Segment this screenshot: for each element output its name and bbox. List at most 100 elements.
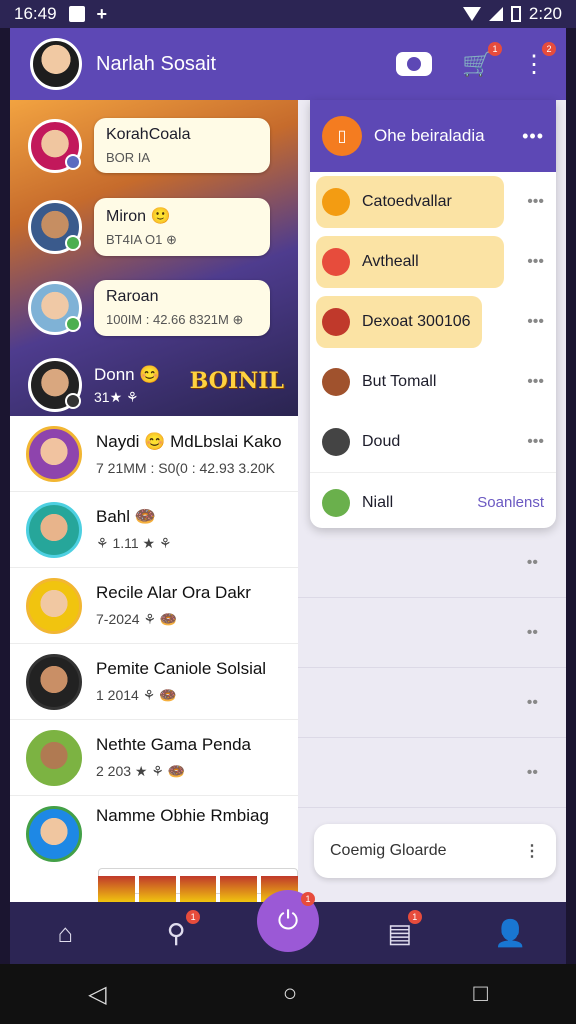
coming-soon-label: Coemig Gloarde [330,842,447,859]
list-item[interactable]: •• [298,528,566,598]
menu-item[interactable]: Dexoat 300106 ••• [310,292,556,352]
more-menu-button[interactable]: ⋮ 2 [522,41,556,79]
list-item[interactable]: Nethte Gama Penda 2 203 ★ ⚘ 🍩 [10,720,298,796]
avatar [26,806,82,862]
more-vertical-icon: ⋮ [522,50,546,78]
dropdown-title: Ohe beiraladia [374,126,485,145]
chat-subtitle: BOR IA [106,150,151,165]
banner-chat-row[interactable]: Donn 😊 31★ ⚘ [28,358,161,412]
camera-button[interactable] [396,52,433,76]
more-horizontal-icon[interactable]: •• [527,764,538,782]
status-clock: 2:20 [528,4,562,23]
coming-soon-card[interactable]: Coemig Gloarde ⋮ [314,824,556,878]
avatar [26,425,82,482]
menu-item[interactable]: But Tomall ••• [310,352,556,412]
menu-item-label: But Tomall [362,373,437,390]
chat-name: Donn 😊 [94,364,161,384]
list-item[interactable]: •• [298,738,566,808]
nav-search[interactable]: ⚲ 1 [146,909,206,949]
list-item[interactable]: Pemite Caniole Solsial 1 2014 ⚘ 🍩 [10,644,298,720]
more-horizontal-icon[interactable]: •• [527,694,538,712]
avatar [28,200,82,254]
back-icon[interactable]: ◁ [88,980,106,1009]
list-item[interactable]: Namme Obhie Rmbiag [10,796,298,862]
nav-documents[interactable]: ▤ 1 [370,909,430,949]
cart-button[interactable]: 🛒 1 [462,41,502,79]
nav-profile[interactable]: 👤 [481,918,541,949]
more-vertical-icon[interactable]: ⋮ [524,841,540,861]
search-icon: ⚲ [166,917,186,948]
more-horizontal-icon[interactable]: ••• [527,433,544,451]
center-action-button[interactable]: ⏻ 1 [256,890,319,952]
more-horizontal-icon[interactable]: ••• [527,253,544,271]
menu-item[interactable]: Catoedvallar ••• [310,172,556,232]
chat-name: Raroan [106,288,159,305]
side-panel: ▯ Ohe beiraladia ••• Catoedvallar ••• Av… [298,100,566,902]
list-item[interactable]: •• [298,668,566,738]
menu-item[interactable]: Doud ••• [310,412,556,472]
chat-bubble: Miron 🙂 BT4IA O1 ⊕ [94,198,270,256]
avatar [28,358,82,412]
status-bar: 16:49 + 2:20 [0,0,576,28]
banner-chat-row[interactable]: Miron 🙂 BT4IA O1 ⊕ [28,198,270,256]
list-item-subtitle: 2 203 ★ ⚘ 🍩 [96,763,186,779]
avatar [26,501,82,558]
menu-item-action[interactable]: Soanlenst [477,494,544,511]
more-horizontal-icon[interactable]: •• [527,624,538,642]
menu-item[interactable]: Niall Soanlenst [310,472,556,528]
home-circle-icon[interactable]: ○ [283,980,298,1008]
more-horizontal-icon[interactable]: ••• [522,126,544,147]
search-badge: 1 [186,909,201,924]
more-horizontal-icon[interactable]: ••• [527,313,544,331]
profile-avatar[interactable] [30,38,82,90]
center-badge: 1 [300,892,315,906]
list-item-name: Nethte Gama Penda [96,735,251,754]
list-item-name: Pemite Caniole Solsial [96,659,267,678]
avatar [322,248,350,276]
app-title: Narlah Sosait [96,52,217,75]
menu-item[interactable]: Avtheall ••• [310,232,556,292]
document-badge: 1 [407,909,422,924]
list-item[interactable]: Naydi 😊 MdLbslai Kako 7 21MM : S0(0 : 42.… [10,416,298,492]
list-item-name: Recile Alar Ora Dakr [96,583,251,602]
banner-chat-row[interactable]: KorahCoala BOR IA [28,118,270,173]
list-item[interactable]: •• [298,598,566,668]
book-icon: ▯ [322,116,362,156]
empty-rows: •• •• •• •• [298,528,566,808]
chat-bubble: KorahCoala BOR IA [94,118,270,173]
profile-icon: 👤 [494,917,527,948]
cart-badge: 1 [488,41,502,56]
dropdown-header: ▯ Ohe beiraladia ••• [310,100,556,172]
more-horizontal-icon[interactable]: ••• [527,373,544,391]
list-item-subtitle: ⚘ 1.11 ★ ⚘ [96,535,172,551]
document-icon: ▤ [387,917,413,948]
list-item-subtitle: 7-2024 ⚘ 🍩 [96,611,178,627]
list-item-subtitle: 7 21MM : S0(0 : 42.93 3.20K [96,459,275,476]
chat-subtitle: 31★ ⚘ [94,388,139,405]
more-badge: 2 [542,41,556,56]
list-item[interactable]: Bahl 🍩 ⚘ 1.11 ★ ⚘ [10,492,298,568]
cart-icon: 🛒 [462,50,492,78]
app-header: Narlah Sosait 🛒 1 ⋮ 2 [10,28,566,100]
game-logo: BOINIL [189,368,284,394]
avatar [28,118,82,173]
avatar [322,308,350,336]
banner-chat-row[interactable]: Raroan 100IM : 42.66 8321M ⊕ [28,280,270,336]
avatar [28,281,82,335]
list-item[interactable]: Recile Alar Ora Dakr 7-2024 ⚘ 🍩 [10,568,298,644]
chat-text: Donn 😊 31★ ⚘ [94,365,161,406]
avatar [322,368,350,396]
signal-icon [488,7,503,21]
chat-list-panel: KorahCoala BOR IA Miron 🙂 BT4IA O1 ⊕ Rar… [10,100,298,902]
more-horizontal-icon[interactable]: •• [527,554,538,572]
nav-home[interactable]: ⌂ [35,918,95,949]
chat-name: KorahCoala [106,126,191,143]
more-horizontal-icon[interactable]: ••• [527,193,544,211]
dropdown-menu: ▯ Ohe beiraladia ••• Catoedvallar ••• Av… [310,100,556,528]
list-item-subtitle: 1 2014 ⚘ 🍩 [96,687,177,703]
avatar [322,428,350,456]
chat-bubble: Raroan 100IM : 42.66 8321M ⊕ [94,280,270,336]
recents-icon[interactable]: □ [473,980,488,1008]
wifi-icon [462,7,481,21]
chat-name: Miron 🙂 [106,208,171,225]
